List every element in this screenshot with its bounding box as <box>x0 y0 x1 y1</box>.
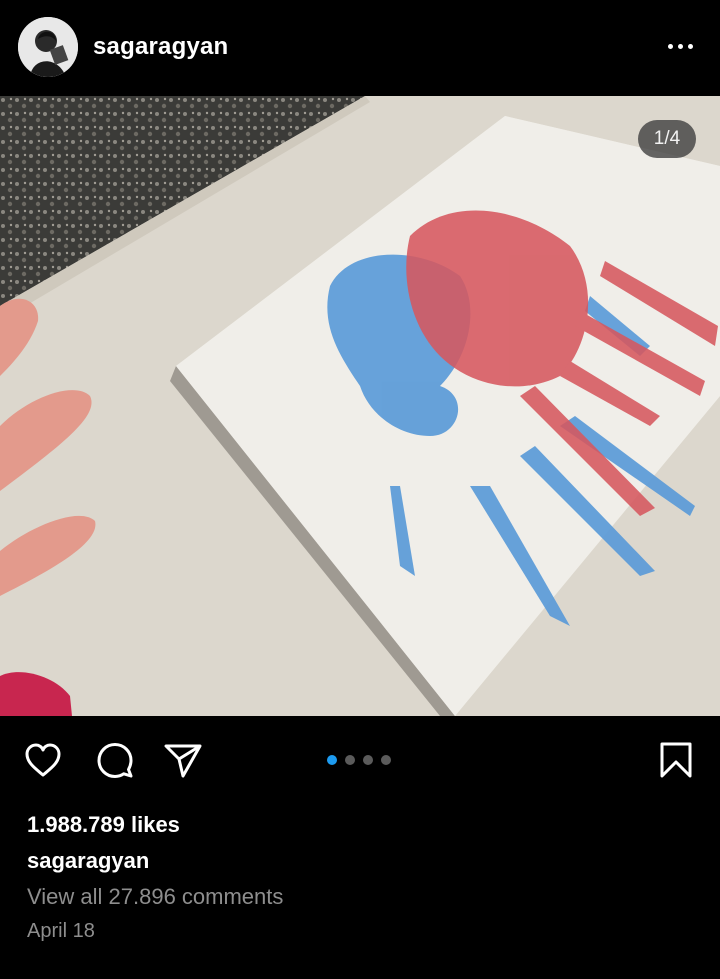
share-button[interactable] <box>162 739 204 781</box>
more-horizontal-icon <box>667 43 673 49</box>
carousel-dot <box>327 755 337 765</box>
save-button[interactable] <box>655 739 697 781</box>
carousel-dot <box>345 755 355 765</box>
carousel-dot <box>363 755 373 765</box>
carousel-dot <box>381 755 391 765</box>
heart-icon <box>25 743 61 777</box>
paper-plane-icon <box>164 744 202 778</box>
action-bar <box>0 716 720 806</box>
carousel-indicator <box>327 755 391 765</box>
view-comments-link[interactable]: View all 27.896 comments <box>27 884 283 910</box>
avatar[interactable] <box>18 17 78 77</box>
bookmark-icon <box>660 742 692 778</box>
likes-count[interactable]: 1.988.789 likes <box>27 812 180 838</box>
image-counter: 1/4 <box>638 120 696 158</box>
comment-button[interactable] <box>94 739 136 781</box>
post-image[interactable]: 1/4 <box>0 96 720 716</box>
more-options-button[interactable] <box>660 34 700 58</box>
username[interactable]: sagaragyan <box>93 33 228 61</box>
comment-bubble-icon <box>97 743 133 778</box>
caption-username[interactable]: sagaragyan <box>27 848 149 874</box>
post-header: sagaragyan <box>0 0 720 96</box>
post-date: April 18 <box>27 920 95 942</box>
like-button[interactable] <box>22 739 64 781</box>
